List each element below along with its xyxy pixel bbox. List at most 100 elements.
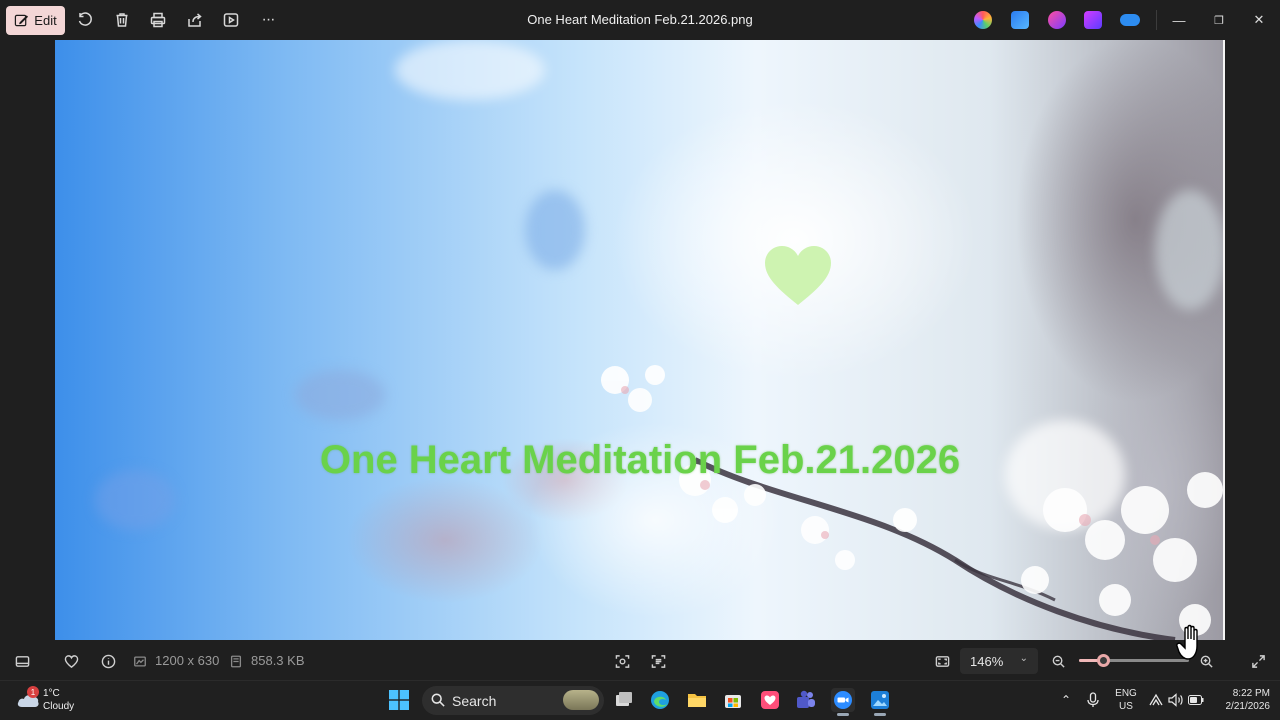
language-code: ENG (1115, 688, 1137, 699)
folder-icon (688, 694, 706, 707)
minimize-icon: — (1172, 12, 1186, 28)
task-view-icon (616, 692, 632, 706)
store-bag-icon (725, 695, 741, 708)
image-dimensions: 1200 x 630 (155, 653, 220, 668)
share-icon (188, 13, 202, 27)
edge-browser-button[interactable] (648, 688, 672, 712)
clock-time: 8:22 PM (1232, 688, 1270, 699)
region-code: US (1119, 701, 1133, 712)
file-explorer-button[interactable] (685, 688, 709, 712)
zoom-slider-thumb[interactable] (1096, 654, 1110, 667)
zoom-app-active-indicator (837, 713, 849, 716)
chevron-down-icon: ⌄ (1019, 653, 1028, 664)
minimize-button[interactable]: — (1165, 8, 1193, 32)
speaker-icon (1168, 693, 1183, 707)
fit-window-icon (935, 655, 949, 667)
system-clock[interactable]: 8:22 PM 2/21/2026 (1210, 687, 1271, 713)
show-hidden-icons-button[interactable]: ⌃ (1055, 688, 1077, 712)
hand-cursor-icon (1176, 624, 1198, 660)
search-highlight-image (563, 690, 599, 710)
filmstrip-button[interactable] (13, 652, 31, 670)
visual-search-button[interactable] (613, 652, 631, 670)
windows-logo-icon (389, 690, 409, 710)
favorite-button[interactable] (62, 652, 80, 670)
title-bar: Edit ··· One Heart Meditation Feb.21.202… (0, 0, 1280, 40)
visual-search-icon (615, 654, 629, 668)
heart-icon (765, 246, 831, 305)
heart-outline-icon (64, 654, 78, 668)
dimensions-icon (133, 652, 147, 670)
more-options-button[interactable]: ··· (256, 8, 280, 32)
printer-icon (150, 12, 166, 28)
file-info-button[interactable] (99, 652, 117, 670)
edit-pencil-icon (15, 14, 29, 27)
rotate-icon (78, 12, 92, 26)
file-size: 858.3 KB (251, 653, 305, 668)
zoom-slider-track[interactable] (1079, 659, 1189, 662)
zoom-out-button[interactable] (1049, 652, 1067, 670)
heart-app-icon (761, 691, 779, 709)
volume-button[interactable] (1166, 688, 1186, 712)
filmstrip-icon (15, 655, 29, 667)
fit-to-window-button[interactable] (933, 652, 951, 670)
photos-app-active-indicator (874, 713, 886, 716)
network-icon (1149, 693, 1163, 706)
file-size-icon (229, 652, 243, 670)
zoom-app-icon (834, 691, 852, 709)
share-button[interactable] (183, 8, 207, 32)
taskbar-search[interactable]: Search (422, 686, 604, 715)
image-canvas[interactable]: One Heart Meditation Feb.21.2026 (55, 40, 1225, 640)
photos-app-window: Edit ··· One Heart Meditation Feb.21.202… (0, 0, 1280, 680)
slideshow-button[interactable] (219, 8, 243, 32)
chevron-up-icon: ⌃ (1060, 693, 1072, 707)
health-app-button[interactable] (758, 688, 782, 712)
microsoft-store-button[interactable] (721, 688, 745, 712)
zoom-app-button[interactable] (831, 688, 855, 712)
delete-button[interactable] (110, 8, 134, 32)
text-scan-icon (651, 654, 665, 668)
photos-app-button[interactable] (868, 688, 892, 712)
designer-icon[interactable] (1011, 11, 1029, 29)
microphone-button[interactable] (1082, 688, 1104, 712)
maximize-button[interactable]: ❐ (1205, 8, 1233, 32)
weather-alert-badge: 1 (27, 686, 39, 698)
titlebar-divider (1156, 10, 1157, 30)
zoom-out-icon (1052, 655, 1065, 668)
teams-button[interactable] (794, 688, 818, 712)
zoom-level-dropdown[interactable]: 146% ⌄ (960, 648, 1038, 674)
restore-icon: ❐ (1214, 14, 1224, 27)
slideshow-play-icon (223, 13, 239, 27)
weather-temperature: 1°C (43, 688, 60, 699)
window-title: One Heart Meditation Feb.21.2026.png (527, 12, 753, 27)
task-view-button[interactable] (612, 688, 636, 712)
rotate-button[interactable] (73, 8, 97, 32)
edit-button[interactable]: Edit (6, 6, 65, 35)
zoom-level-value: 146% (970, 653, 1004, 669)
edit-button-label: Edit (34, 13, 57, 28)
onedrive-cloud-icon[interactable] (1120, 14, 1140, 26)
print-button[interactable] (146, 8, 170, 32)
copilot-icon[interactable] (974, 11, 992, 29)
expand-diagonal-icon (1251, 654, 1265, 668)
teams-icon (797, 690, 815, 708)
fullscreen-button[interactable] (1249, 652, 1267, 670)
network-button[interactable] (1146, 688, 1166, 712)
info-icon (101, 654, 115, 668)
search-icon (431, 693, 445, 707)
text-extract-button[interactable] (649, 652, 667, 670)
blossom-branch-illustration (601, 365, 1223, 640)
edge-icon (651, 691, 669, 709)
start-button[interactable] (387, 688, 411, 712)
weather-condition: Cloudy (43, 701, 75, 712)
close-button[interactable]: ✕ (1245, 8, 1273, 32)
more-options-icon: ··· (261, 11, 276, 28)
weather-widget[interactable]: 1 1°C Cloudy (14, 686, 84, 716)
microphone-icon (1087, 692, 1099, 707)
image-overlay-title: One Heart Meditation Feb.21.2026 (319, 438, 961, 482)
input-language-indicator[interactable]: ENG US (1114, 687, 1138, 713)
search-label: Search (452, 692, 497, 709)
battery-button[interactable] (1186, 688, 1206, 712)
clipchamp-icon[interactable] (1084, 11, 1102, 29)
paint-cocreator-icon[interactable] (1048, 11, 1066, 29)
close-icon: ✕ (1253, 12, 1265, 27)
